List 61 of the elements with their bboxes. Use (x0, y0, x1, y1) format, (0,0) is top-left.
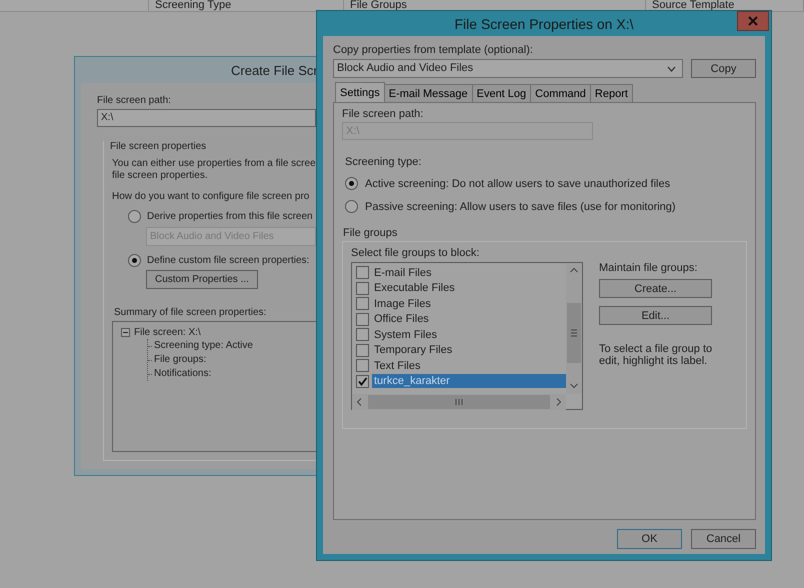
dialog-button[interactable]: OK (617, 529, 682, 549)
tab[interactable]: Command (530, 84, 591, 102)
checkbox[interactable] (356, 297, 369, 310)
tree-item[interactable]: File groups: (154, 354, 206, 365)
custom-properties-button[interactable]: Custom Properties ... (146, 270, 258, 289)
tab[interactable]: E-mail Message (384, 84, 473, 102)
list-item[interactable]: Executable Files (372, 281, 457, 296)
close-icon (748, 16, 758, 26)
caret-icon (667, 66, 676, 72)
file-group-button[interactable]: Create... (599, 279, 712, 298)
file-group-button[interactable]: Edit... (599, 306, 712, 325)
radio-button[interactable] (345, 177, 358, 190)
list-item[interactable]: E-mail Files (372, 266, 434, 280)
radio-button[interactable] (128, 210, 141, 223)
checkbox[interactable] (356, 312, 369, 326)
tab[interactable]: Report (590, 84, 633, 102)
collapse-icon[interactable] (121, 328, 130, 336)
list-label: Select file groups to block: (351, 247, 480, 259)
list-item[interactable]: Temporary Files (372, 343, 454, 358)
section-label: Screening type: (345, 156, 422, 168)
radio-label: Active screening: Do not allow users to save unauthorized files (365, 178, 670, 190)
close-button[interactable] (737, 11, 769, 31)
list-item[interactable]: Text Files (372, 358, 422, 373)
window-title: File Screen Properties on X:\ (454, 16, 634, 32)
dialog-button[interactable]: Cancel (691, 529, 756, 549)
checkbox[interactable] (356, 374, 369, 388)
description-text: You can either use properties from a file scree (112, 158, 316, 170)
tree-item[interactable]: File screen: X:\ (134, 326, 201, 338)
radio-button[interactable] (345, 200, 358, 213)
description-text: file screen properties. (112, 170, 209, 182)
question-text: How do you want to configure file screen pro (112, 191, 310, 202)
copy-button[interactable]: Copy (691, 59, 756, 78)
tree-item[interactable]: Screening type: Active (154, 340, 253, 351)
field-label: Copy properties from template (optional): (333, 44, 534, 56)
list-item[interactable]: Image Files (372, 296, 433, 311)
checkbox[interactable] (356, 266, 369, 280)
list-item[interactable]: turkce_karakter (372, 374, 566, 388)
checkbox[interactable] (356, 344, 369, 357)
path-field[interactable]: X:\ (97, 109, 316, 127)
checkbox[interactable] (356, 359, 369, 372)
window-title: Create File Scr (231, 62, 318, 78)
checkbox[interactable] (356, 282, 369, 295)
section-label: Maintain file groups: (599, 262, 698, 274)
group-title: File screen properties (110, 141, 208, 152)
group-title: File groups (343, 227, 398, 239)
radio-label: Derive properties from this file screen (147, 211, 313, 222)
hint-text: To select a file group to edit, highlight its label. (599, 343, 714, 367)
radio-button[interactable] (128, 254, 141, 267)
checkbox[interactable] (356, 328, 369, 342)
list-item[interactable]: Office Files (372, 312, 431, 326)
summary-label: Summary of file screen properties: (114, 307, 268, 318)
horizontal-scrollbar[interactable] (352, 394, 566, 410)
list-item[interactable]: System Files (372, 328, 439, 342)
radio-label: Define custom file screen properties: (147, 255, 310, 266)
tab[interactable]: Event Log (472, 84, 532, 102)
radio-label: Passive screening: Allow users to save files (use for monitoring) (365, 200, 676, 212)
tree-item[interactable]: Notifications: (154, 368, 212, 379)
field-label: File screen path: (97, 95, 172, 106)
field-label: File screen path: (342, 108, 424, 120)
tab[interactable]: Settings (335, 82, 385, 102)
template-dropdown[interactable]: Block Audio and Video Files (333, 59, 683, 78)
